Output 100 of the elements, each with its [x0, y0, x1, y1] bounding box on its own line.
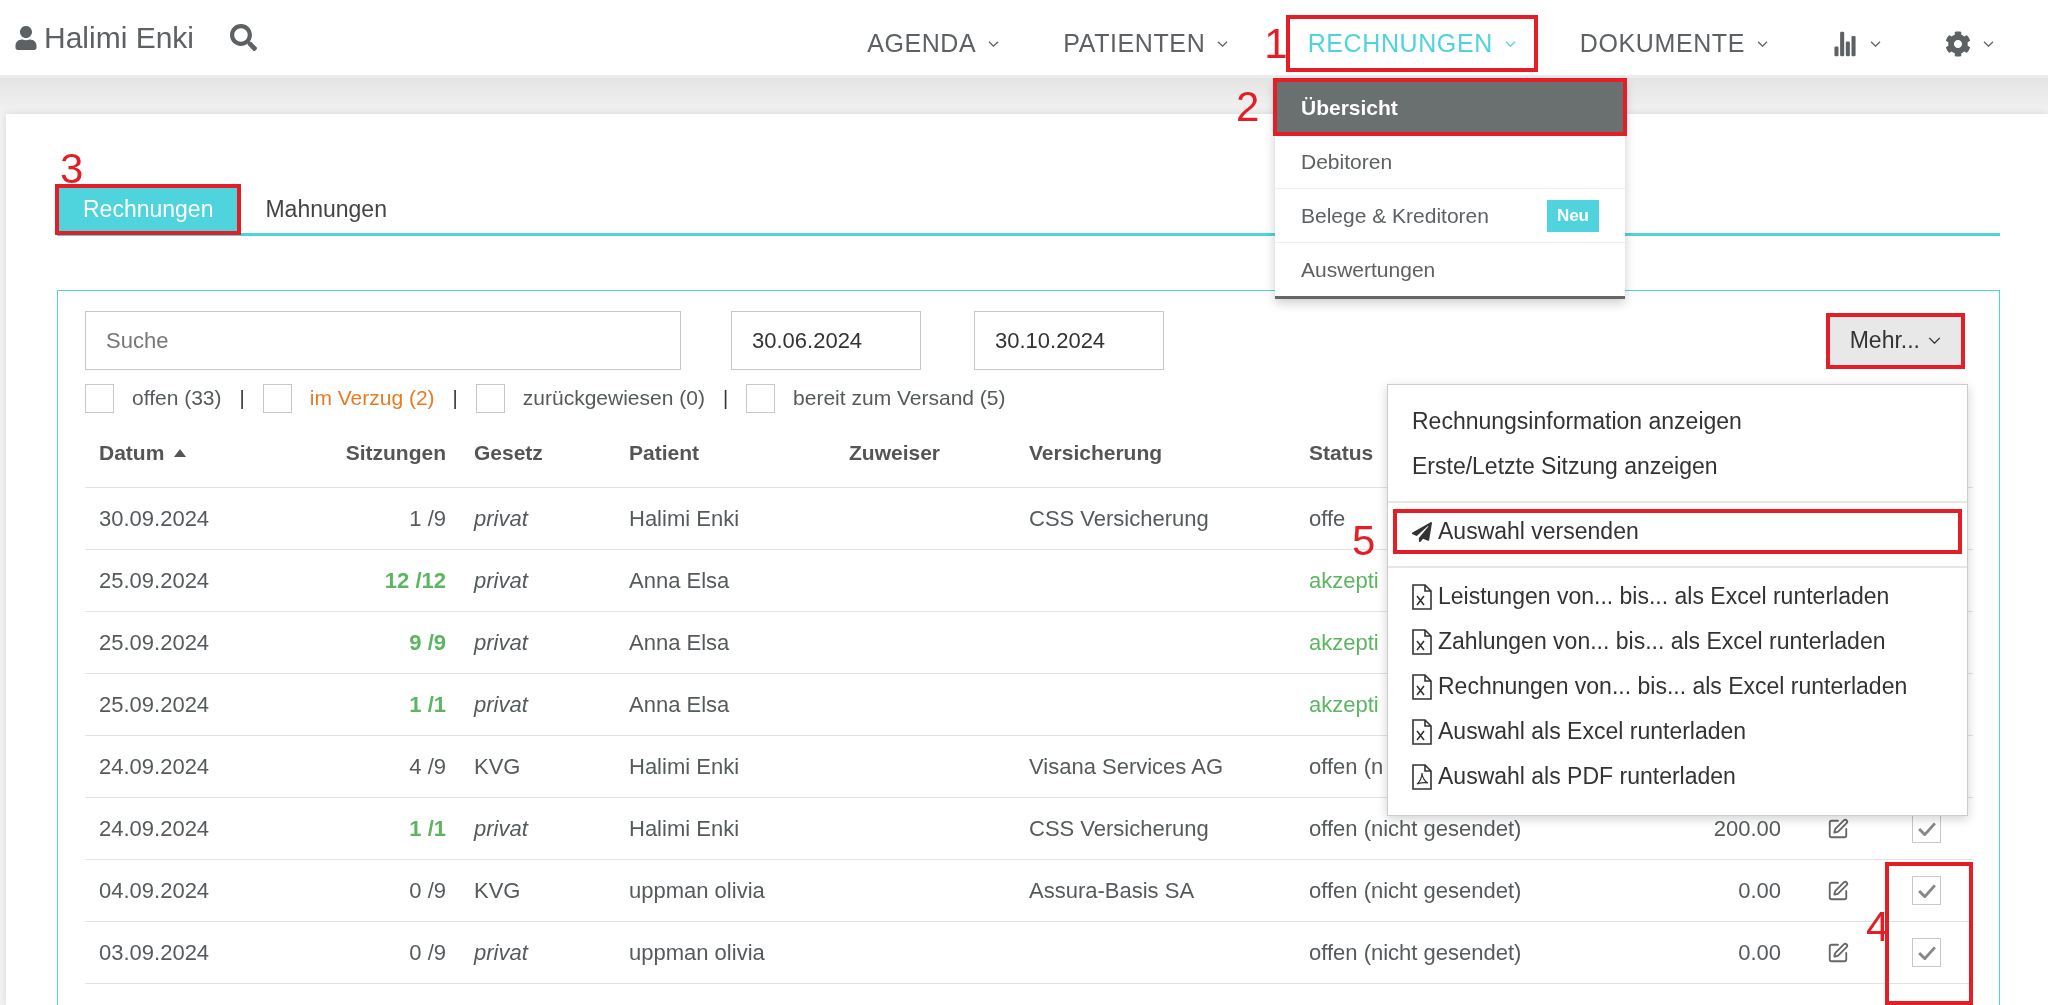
- user-icon: [14, 25, 38, 50]
- annotation-number: 5: [1352, 520, 1376, 562]
- table-cell-text: CSS Versicherung: [1028, 815, 1210, 842]
- menu-item[interactable]: Erste/Letzte Sitzung anzeigen: [1388, 444, 1967, 489]
- checkbox[interactable]: [746, 383, 776, 413]
- table-cell-text: Assura-Basis SA: [1028, 877, 1196, 904]
- table-cell-text: Halimi Enki: [628, 815, 741, 842]
- check-icon: [1917, 821, 1936, 836]
- table-cell-text: 30.09.2024: [98, 505, 211, 532]
- separator: |: [722, 386, 729, 410]
- nav-item[interactable]: DOKUMENTE: [1561, 19, 1786, 68]
- table-cell-text: 0 /9: [408, 877, 447, 904]
- separator: |: [452, 386, 458, 410]
- menu-item[interactable]: Belege & Kreditoren Neu: [1275, 188, 1625, 242]
- menu-item[interactable]: Übersicht: [1275, 80, 1625, 134]
- table-cell-text: privat: [472, 567, 530, 594]
- column-header[interactable]: Sitzungen: [260, 440, 460, 465]
- edit-icon[interactable]: [1826, 817, 1849, 840]
- gear-icon: [1945, 30, 1971, 57]
- checkbox[interactable]: [1912, 938, 1941, 967]
- excel-file-icon: [1412, 718, 1432, 745]
- search-field[interactable]: Suche: [85, 311, 681, 370]
- chevron-down-icon: [1870, 40, 1881, 47]
- table-cell-text: KVG: [473, 877, 522, 904]
- table-cell-text: 1 /9: [408, 505, 447, 532]
- menu-item[interactable]: Auswahl als Excel runterladen: [1388, 709, 1967, 754]
- edit-icon[interactable]: [1826, 879, 1849, 902]
- table-cell-text: 24.09.2024: [98, 753, 211, 780]
- table-cell-text: offen (nicht gesendet): [1308, 815, 1523, 842]
- table-cell-text: akzepti: [1308, 629, 1380, 656]
- send-icon: [1412, 521, 1432, 542]
- more-button[interactable]: Mehr...: [1825, 312, 1965, 369]
- checkbox[interactable]: [85, 383, 114, 413]
- bar-chart-icon: [1832, 30, 1858, 57]
- table-cell-text: Visana Services AG: [1028, 753, 1225, 780]
- annotation-number: 2: [1236, 86, 1260, 128]
- nav-item[interactable]: PATIENTEN: [1045, 19, 1247, 68]
- checkbox[interactable]: [1912, 876, 1941, 905]
- table-cell-text: 25.09.2024: [98, 629, 211, 656]
- table-cell-text: 200.00: [1712, 815, 1782, 842]
- menu-item[interactable]: Debitoren: [1275, 134, 1625, 188]
- filter-label: im Verzug (2): [309, 386, 435, 410]
- table-cell-text: 9 /9: [408, 629, 447, 656]
- table-cell-text: 03.09.2024: [98, 939, 211, 966]
- table-cell-text: 1 /1: [408, 815, 447, 842]
- table-cell-text: uppman olivia: [628, 939, 766, 966]
- pdf-file-icon: [1412, 763, 1432, 790]
- edit-icon[interactable]: [1826, 941, 1849, 964]
- table-cell-text: privat: [472, 505, 530, 532]
- table-cell-text: Anna Elsa: [628, 629, 731, 656]
- column-header[interactable]: Gesetz: [460, 440, 615, 465]
- chevron-down-icon: [1504, 40, 1516, 47]
- table-cell-text: offe: [1308, 505, 1347, 532]
- column-header[interactable]: Zuweiser: [835, 440, 1015, 465]
- check-icon: [1917, 883, 1936, 898]
- table-cell-text: offen (n: [1308, 753, 1385, 780]
- filter-label: zurückgewiesen (0): [522, 386, 705, 410]
- table-cell-text: 12 /12: [383, 567, 447, 594]
- table-cell-text: 0.00: [1737, 939, 1782, 966]
- separator: |: [239, 386, 245, 410]
- table-cell-text: offen (nicht gesendet): [1308, 877, 1523, 904]
- column-header[interactable]: Patient: [615, 440, 835, 465]
- table-cell-text: akzepti: [1308, 691, 1380, 718]
- table-cell-text: Anna Elsa: [628, 691, 731, 718]
- table-cell-text: privat: [472, 939, 530, 966]
- menu-item[interactable]: Rechnungen von... bis... als Excel runterladen: [1388, 664, 1967, 709]
- date-field[interactable]: 30.10.2024: [974, 311, 1164, 370]
- date-field[interactable]: 30.06.2024: [731, 311, 921, 370]
- annotation-number: 1: [1264, 22, 1288, 65]
- menu-item[interactable]: Auswertungen: [1275, 242, 1625, 296]
- table-cell-text: 0.00: [1737, 877, 1782, 904]
- menu-item[interactable]: Auswahl als PDF runterladen: [1388, 754, 1967, 799]
- table-cell-text: 25.09.2024: [98, 567, 211, 594]
- table-cell-text: offen (nicht gesendet): [1308, 939, 1523, 966]
- table-cell-text: 25.09.2024: [98, 691, 211, 718]
- table-cell-text: KVG: [473, 753, 522, 780]
- table-cell-text: Halimi Enki: [628, 505, 741, 532]
- search-icon[interactable]: [230, 24, 258, 51]
- check-icon: [1917, 945, 1936, 960]
- table-cell-text: privat: [472, 629, 530, 656]
- user-name[interactable]: Halimi Enki: [14, 20, 195, 55]
- table-cell-text: 1 /1: [408, 691, 447, 718]
- table-cell-text: privat: [472, 815, 530, 842]
- column-header[interactable]: Datum: [85, 440, 260, 465]
- menu-item[interactable]: Leistungen von... bis... als Excel runterladen: [1388, 574, 1967, 619]
- checkbox[interactable]: [475, 383, 505, 413]
- column-header[interactable]: Versicherung: [1015, 440, 1295, 465]
- checkbox[interactable]: [1912, 814, 1941, 843]
- chevron-down-icon: [1928, 337, 1941, 344]
- menu-item[interactable]: Rechnungsinformation anzeigen: [1388, 399, 1967, 444]
- menu-item[interactable]: Auswahl versenden: [1393, 509, 1962, 554]
- chevron-down-icon: [1757, 40, 1768, 47]
- excel-file-icon: [1412, 673, 1432, 700]
- menu-item[interactable]: Zahlungen von... bis... als Excel runterladen: [1388, 619, 1967, 664]
- tab[interactable]: Mahnungen: [239, 186, 413, 233]
- excel-file-icon: [1412, 583, 1432, 610]
- table-cell-text: Anna Elsa: [628, 567, 731, 594]
- annotation-number: 4: [1866, 906, 1890, 948]
- nav-item[interactable]: AGENDA: [849, 19, 1018, 68]
- checkbox[interactable]: [262, 383, 292, 413]
